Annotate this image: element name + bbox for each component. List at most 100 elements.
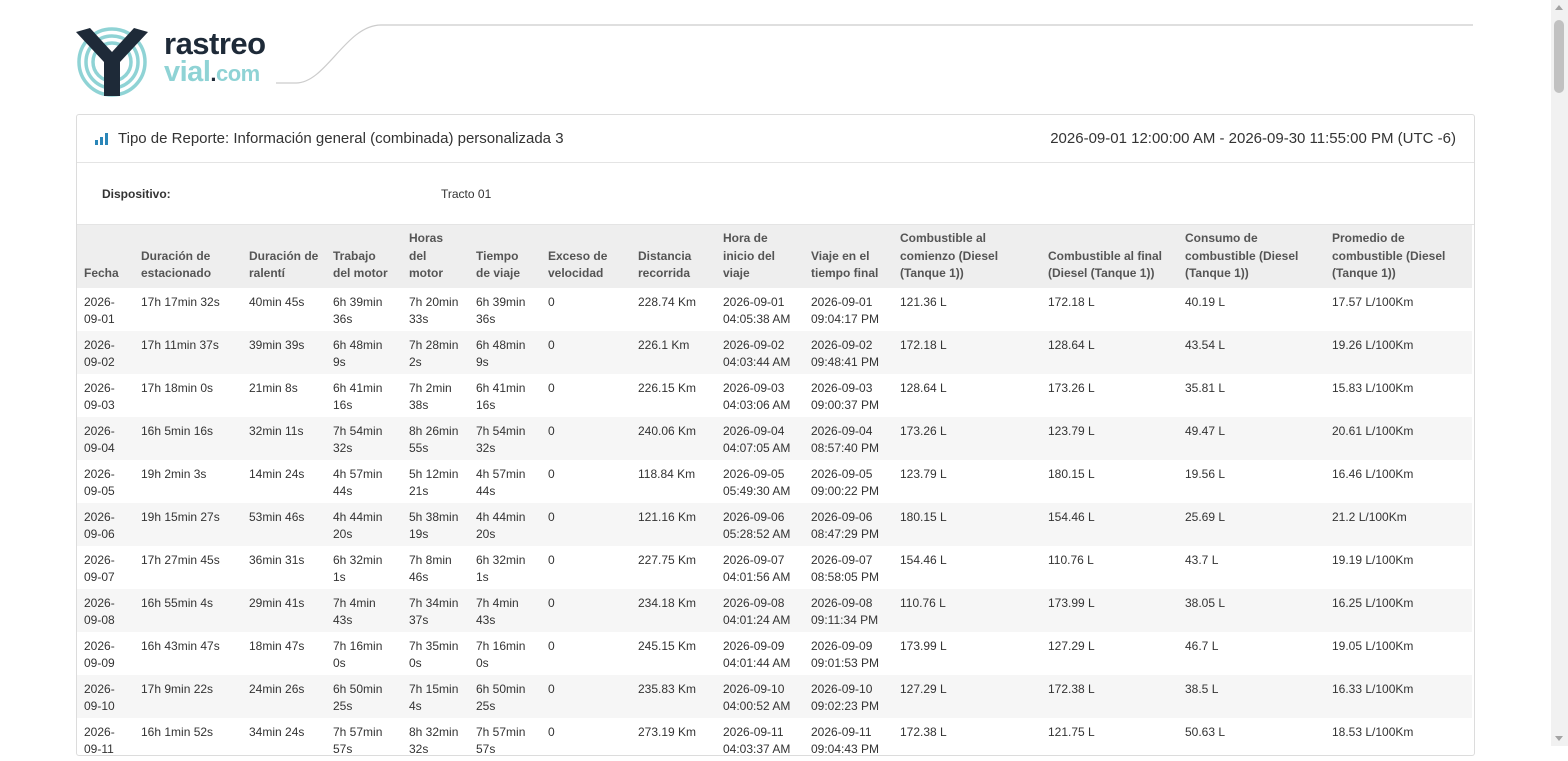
table-cell: 17h 11min 37s — [134, 330, 242, 374]
table-cell: 173.99 L — [900, 638, 947, 653]
device-label: Dispositivo: — [102, 187, 171, 201]
table-cell: 21.2 L/100Km — [1325, 502, 1472, 546]
table-cell: 4h 57min 44s — [476, 466, 526, 499]
table-cell: 172.38 L — [1041, 674, 1178, 718]
header-decoration — [276, 24, 1473, 84]
table-cell: 127.29 L — [1048, 638, 1095, 653]
table-cell: 2026-09-06 08:47:29 PM — [804, 502, 893, 546]
table-cell: 17h 17min 32s — [141, 294, 220, 309]
column-header[interactable]: Viaje en el tiempo final — [804, 225, 893, 288]
table-cell: 19.19 L/100Km — [1332, 552, 1414, 567]
table-cell: 2026-09-07 — [84, 552, 115, 585]
table-cell: 53min 46s — [242, 502, 326, 546]
table-row: 2026-09-05 19h 2min 3s 14min 24s 4h 57min 4… — [77, 460, 1472, 503]
table-cell: 2026-09-11 04:03:37 AM — [723, 724, 791, 757]
table-cell: 7h 16min 0s — [333, 638, 383, 671]
table-cell: 6h 48min 9s — [469, 330, 541, 374]
column-header[interactable]: Combustible al final (Diesel (Tanque 1)) — [1041, 225, 1178, 288]
column-header[interactable]: Horas del motor — [402, 225, 469, 288]
device-value: Tracto 01 — [441, 187, 492, 201]
table-cell: 7h 54min 32s — [469, 416, 541, 460]
column-header[interactable]: Consumo de combustible (Diesel (Tanque 1… — [1178, 225, 1325, 288]
table-cell: 46.7 L — [1185, 638, 1219, 653]
table-cell: 4h 44min 20s — [469, 502, 541, 546]
report-header: Tipo de Reporte: Información general (co… — [77, 115, 1474, 163]
column-header[interactable]: Exceso de velocidad — [541, 225, 631, 288]
table-cell: 32min 11s — [242, 416, 326, 460]
scroll-up-arrow-icon[interactable] — [1555, 5, 1563, 10]
table-cell: 2026-09-05 09:00:22 PM — [811, 466, 880, 499]
table-cell: 2026-09-10 — [77, 674, 134, 718]
table-cell: 0 — [548, 638, 555, 653]
table-cell: 2026-09-04 04:07:05 AM — [716, 416, 804, 460]
table-cell: 8h 32min 32s — [409, 724, 459, 757]
table-header-row: Fecha Duración de estacionado Duración d… — [77, 225, 1472, 288]
column-header[interactable]: Distancia recorrida — [631, 225, 716, 288]
table-cell: 21min 8s — [249, 380, 298, 395]
scroll-down-arrow-icon[interactable] — [1555, 736, 1563, 741]
table-cell: 2026-09-10 09:02:23 PM — [804, 674, 893, 718]
table-cell: 2026-09-01 — [84, 294, 115, 327]
table-cell: 2026-09-04 08:57:40 PM — [804, 416, 893, 460]
table-cell: 173.99 L — [1041, 588, 1178, 632]
table-cell: 7h 57min 57s — [476, 724, 526, 757]
table-cell: 2026-09-06 05:28:52 AM — [716, 502, 804, 546]
table-cell: 123.79 L — [900, 466, 947, 481]
table-row: 2026-09-10 17h 9min 22s 24min 26s 6h 50min … — [77, 674, 1472, 718]
column-header[interactable]: Duración de ralentí — [242, 225, 326, 288]
table-cell: 16.33 L/100Km — [1325, 674, 1472, 718]
vertical-scrollbar[interactable] — [1551, 0, 1568, 746]
table-cell: 43.7 L — [1185, 552, 1219, 567]
table-cell: 245.15 Km — [638, 638, 697, 653]
table-cell: 16h 43min 47s — [141, 638, 220, 653]
table-cell: 40min 45s — [249, 294, 305, 309]
table-cell: 36min 31s — [249, 552, 305, 567]
table-cell: 4h 44min 20s — [326, 502, 402, 546]
table-cell: 2026-09-05 05:49:30 AM — [723, 466, 791, 499]
table-cell: 8h 26min 55s — [402, 416, 469, 460]
table-cell: 121.16 Km — [631, 502, 716, 546]
table-cell: 172.18 L — [1048, 294, 1095, 309]
report-date-range: 2026-09-01 12:00:00 AM - 2026-09-30 11:5… — [1050, 130, 1456, 147]
table-cell: 2026-09-02 04:03:44 AM — [716, 330, 804, 374]
table-cell: 6h 41min 16s — [476, 380, 526, 413]
column-header[interactable]: Fecha — [77, 225, 134, 288]
table-cell: 2026-09-01 04:05:38 AM — [723, 294, 791, 327]
table-cell: 49.47 L — [1178, 416, 1325, 460]
logo-text-vial: vial.com — [164, 56, 260, 88]
table-cell: 0 — [541, 502, 631, 546]
column-header[interactable]: Combustible al comienzo (Diesel (Tanque … — [893, 225, 1041, 288]
table-cell: 110.76 L — [1048, 552, 1094, 567]
table-cell: 39min 39s — [242, 330, 326, 374]
column-header[interactable]: Duración de estacionado — [134, 225, 242, 288]
scrollbar-thumb[interactable] — [1554, 20, 1564, 93]
table-cell: 7h 54min 32s — [326, 416, 402, 460]
table-cell: 0 — [541, 416, 631, 460]
column-header[interactable]: Tiempo de viaje — [469, 225, 541, 288]
table-cell: 235.83 Km — [631, 674, 716, 718]
table-cell: 180.15 L — [893, 502, 1041, 546]
table-cell: 228.74 Km — [638, 294, 697, 309]
table-cell: 121.36 L — [900, 294, 947, 309]
column-header[interactable]: Hora de inicio del viaje — [716, 225, 804, 288]
table-cell: 0 — [541, 330, 631, 374]
table-cell: 2026-09-07 04:01:56 AM — [723, 552, 791, 585]
table-cell: 227.75 Km — [638, 552, 697, 567]
table-cell: 2026-09-02 09:48:41 PM — [804, 330, 893, 374]
table-cell: 180.15 L — [1048, 466, 1095, 481]
column-header[interactable]: Trabajo del motor — [326, 225, 402, 288]
table-cell: 154.46 L — [1041, 502, 1178, 546]
table-cell: 6h 32min 1s — [476, 552, 526, 585]
table-cell: 17h 18min 0s — [141, 380, 214, 395]
table-row: 2026-09-03 17h 18min 0s 21min 8s 6h 41min 1… — [77, 374, 1472, 417]
table-cell: 2026-09-05 — [84, 466, 115, 499]
table-cell: 154.46 L — [900, 552, 947, 567]
column-header[interactable]: Promedio de combustible (Diesel (Tanque … — [1325, 225, 1472, 288]
table-cell: 19.26 L/100Km — [1325, 330, 1472, 374]
table-cell: 234.18 Km — [631, 588, 716, 632]
table-cell: 5h 12min 21s — [409, 466, 459, 499]
table-cell: 2026-09-09 — [84, 638, 115, 671]
table-cell: 240.06 Km — [631, 416, 716, 460]
table-cell: 2026-09-03 — [84, 380, 115, 413]
table-cell: 7h 16min 0s — [476, 638, 526, 671]
